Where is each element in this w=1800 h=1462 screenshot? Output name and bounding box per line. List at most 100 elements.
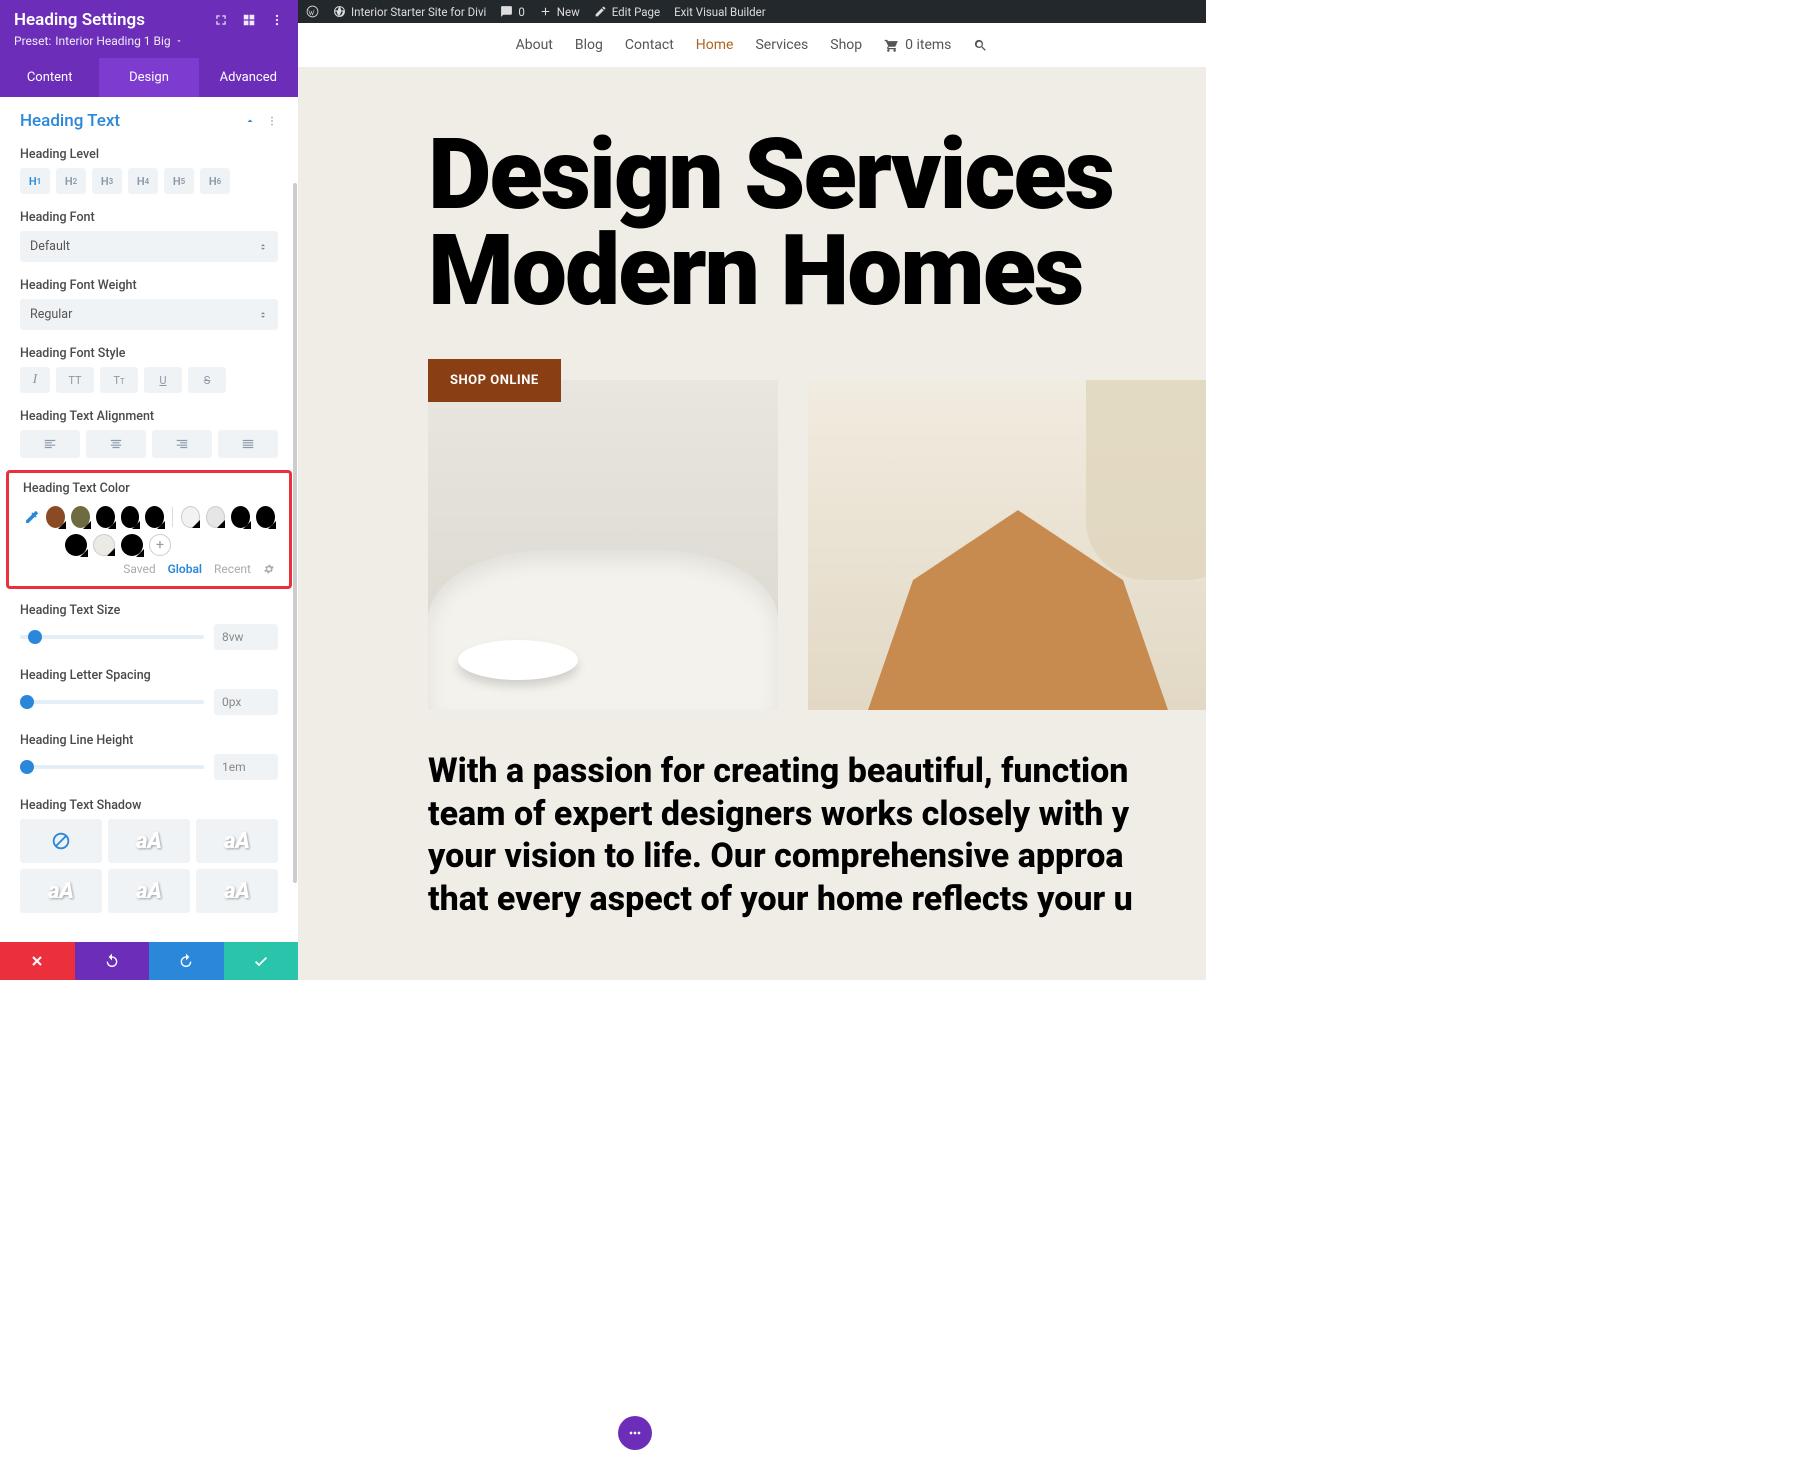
select-heading-font-weight[interactable]: Regular: [20, 299, 278, 330]
panel-body[interactable]: Heading Text Heading Level H1 H2 H3 H4 H…: [0, 97, 298, 942]
color-tab-global[interactable]: Global: [168, 562, 202, 576]
wp-new[interactable]: New: [539, 5, 580, 19]
style-strikethrough[interactable]: S: [188, 367, 226, 393]
site-nav: About Blog Contact Home Services Shop 0 …: [298, 23, 1206, 67]
grid-icon[interactable]: [242, 13, 256, 27]
nav-contact[interactable]: Contact: [625, 37, 674, 53]
color-swatch[interactable]: [46, 506, 65, 528]
align-center[interactable]: [86, 430, 146, 458]
shadow-opt-1[interactable]: aA: [108, 819, 190, 863]
label-heading-text-color: Heading Text Color: [23, 481, 275, 496]
color-tab-saved[interactable]: Saved: [123, 562, 155, 576]
text-shadow-grid: aA aA aA aA aA: [0, 819, 298, 927]
color-swatch[interactable]: [256, 506, 275, 528]
heading-level-h2[interactable]: H2: [56, 168, 86, 194]
color-swatch[interactable]: [206, 506, 225, 528]
wp-logo[interactable]: [306, 5, 319, 18]
style-italic[interactable]: I: [20, 367, 50, 393]
nav-services[interactable]: Services: [755, 37, 808, 53]
color-swatch[interactable]: [65, 534, 87, 556]
preset-label: Preset:: [14, 34, 51, 48]
color-swatch[interactable]: [93, 534, 115, 556]
eyedropper-icon[interactable]: [23, 509, 40, 525]
color-swatch[interactable]: [231, 506, 250, 528]
hero-image-right: [808, 380, 1206, 710]
add-color-swatch[interactable]: +: [149, 534, 171, 556]
tab-design[interactable]: Design: [99, 58, 198, 97]
gear-icon[interactable]: [263, 563, 275, 575]
nav-home[interactable]: Home: [696, 37, 734, 53]
heading-level-h4[interactable]: H4: [128, 168, 158, 194]
shop-online-button[interactable]: SHOP ONLINE: [428, 359, 561, 402]
style-underline[interactable]: U: [144, 367, 182, 393]
align-left[interactable]: [20, 430, 80, 458]
label-text-alignment: Heading Text Alignment: [0, 401, 298, 430]
label-text-shadow: Heading Text Shadow: [0, 790, 298, 819]
color-swatch[interactable]: [181, 506, 200, 528]
heading-level-h3[interactable]: H3: [92, 168, 122, 194]
wp-edit-page[interactable]: Edit Page: [594, 5, 660, 19]
wp-admin-bar: Interior Starter Site for Divi 0 New Edi…: [298, 0, 1206, 23]
section-sizing[interactable]: Sizing: [0, 927, 298, 942]
color-swatch[interactable]: [71, 506, 90, 528]
wp-new-label: New: [557, 5, 580, 19]
search-icon[interactable]: [973, 38, 988, 53]
value-text-size[interactable]: 8vw: [214, 624, 278, 650]
value-letter-spacing[interactable]: 0px: [214, 689, 278, 715]
chevron-up-icon[interactable]: [244, 115, 256, 127]
intro-copy: With a passion for creating beautiful, f…: [298, 710, 1206, 920]
align-justify[interactable]: [218, 430, 278, 458]
wp-site-name[interactable]: Interior Starter Site for Divi: [333, 5, 486, 19]
wp-edit-label: Edit Page: [612, 5, 660, 19]
settings-panel: Heading Settings Preset: Interior Headin…: [0, 0, 298, 980]
slider-line-height[interactable]: [20, 765, 204, 769]
shadow-opt-2[interactable]: aA: [196, 819, 278, 863]
copy-line: With a passion for creating beautiful, f…: [428, 750, 1206, 793]
color-swatch[interactable]: [121, 506, 140, 528]
panel-header: Heading Settings Preset: Interior Headin…: [0, 0, 298, 58]
value-line-height[interactable]: 1em: [214, 754, 278, 780]
label-line-height: Heading Line Height: [0, 725, 298, 754]
heading-level-h6[interactable]: H6: [200, 168, 230, 194]
style-uppercase[interactable]: TT: [56, 367, 94, 393]
nav-cart[interactable]: 0 items: [884, 37, 951, 53]
wp-site-label: Interior Starter Site for Divi: [351, 5, 486, 19]
slider-letter-spacing[interactable]: [20, 700, 204, 704]
undo-button[interactable]: [75, 942, 150, 980]
shadow-opt-4[interactable]: aA: [108, 869, 190, 913]
scrollbar[interactable]: [293, 183, 297, 883]
heading-level-h5[interactable]: H5: [164, 168, 194, 194]
shadow-opt-5[interactable]: aA: [196, 869, 278, 913]
kebab-icon[interactable]: [266, 115, 278, 127]
slider-text-size[interactable]: [20, 635, 204, 639]
expand-icon[interactable]: [214, 13, 228, 27]
floating-action-button[interactable]: [618, 1416, 652, 1450]
nav-blog[interactable]: Blog: [575, 37, 603, 53]
preset-value: Interior Heading 1 Big: [55, 34, 170, 48]
wp-exit-label: Exit Visual Builder: [674, 5, 766, 19]
preset-row[interactable]: Preset: Interior Heading 1 Big: [14, 34, 284, 56]
select-heading-font[interactable]: Default: [20, 231, 278, 262]
tab-content[interactable]: Content: [0, 58, 99, 97]
color-swatch[interactable]: [121, 534, 143, 556]
save-button[interactable]: [224, 942, 299, 980]
nav-about[interactable]: About: [516, 37, 553, 53]
color-tab-recent[interactable]: Recent: [214, 562, 251, 576]
color-swatch[interactable]: [145, 506, 164, 528]
wp-exit-builder[interactable]: Exit Visual Builder: [674, 5, 766, 19]
section-heading-text[interactable]: Heading Text: [20, 111, 120, 131]
align-right[interactable]: [152, 430, 212, 458]
shadow-none[interactable]: [20, 819, 102, 863]
style-smallcaps[interactable]: TT: [100, 367, 138, 393]
tab-advanced[interactable]: Advanced: [199, 58, 298, 97]
wp-comments[interactable]: 0: [500, 5, 524, 19]
color-swatch[interactable]: [96, 506, 115, 528]
hero-heading: Design ServicesModern Homes: [428, 127, 1206, 319]
nav-shop[interactable]: Shop: [830, 37, 862, 53]
shadow-opt-3[interactable]: aA: [20, 869, 102, 913]
kebab-icon[interactable]: [270, 13, 284, 27]
redo-button[interactable]: [149, 942, 224, 980]
separator: [172, 507, 173, 527]
cancel-button[interactable]: [0, 942, 75, 980]
heading-level-h1[interactable]: H1: [20, 168, 50, 194]
